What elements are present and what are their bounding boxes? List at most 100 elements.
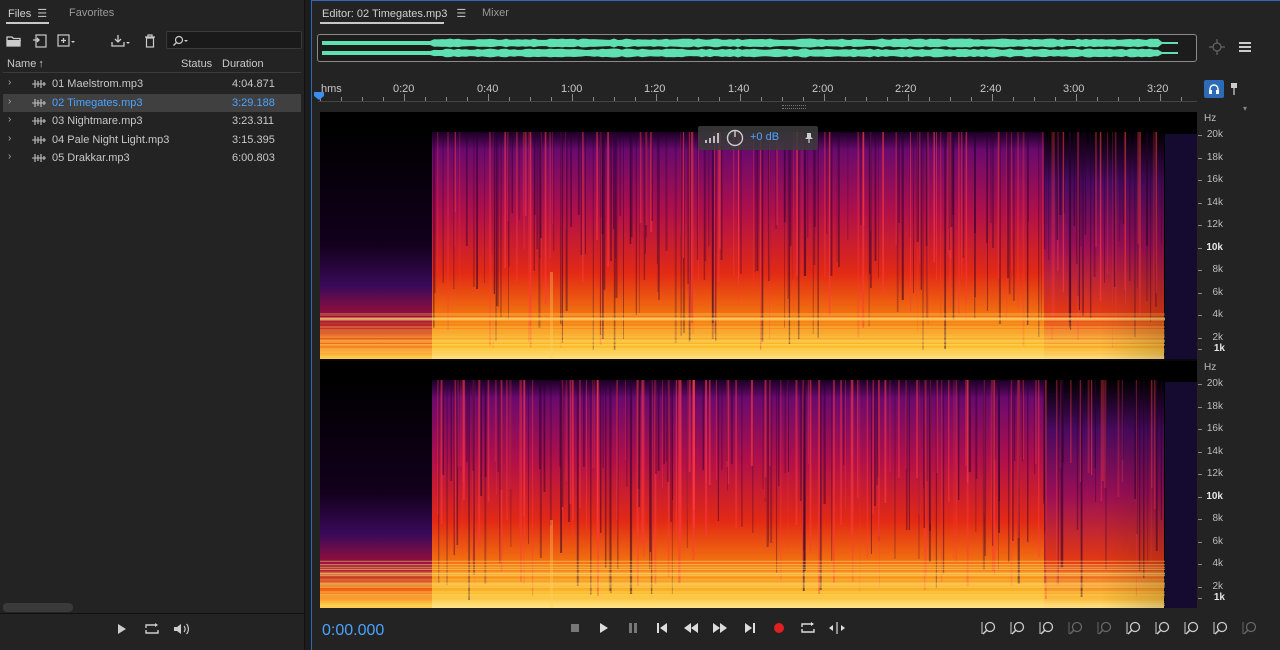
file-list-item[interactable]: › 03 Nightmare.mp3 3:23.311 bbox=[3, 112, 301, 130]
skip-selection-button[interactable] bbox=[828, 620, 846, 636]
pin-marker-icon[interactable] bbox=[1224, 80, 1244, 98]
chevron-right-icon[interactable]: › bbox=[8, 77, 11, 88]
import-file-icon[interactable] bbox=[30, 32, 50, 50]
hz-tick bbox=[1198, 203, 1202, 204]
trash-icon[interactable] bbox=[140, 32, 160, 50]
panel-menu-icon[interactable]: ☰ bbox=[37, 7, 47, 20]
zoom-out-amplitude-icon[interactable] bbox=[1007, 620, 1029, 636]
file-duration: 3:15.395 bbox=[232, 133, 275, 146]
file-duration: 3:23.311 bbox=[232, 115, 275, 127]
file-list-item[interactable]: › 05 Drakkar.mp3 6:00.803 bbox=[3, 149, 301, 167]
file-list-item[interactable]: › 01 Maelstrom.mp3 4:04.871 bbox=[3, 75, 301, 93]
panel-menu-icon[interactable]: ☰ bbox=[456, 7, 466, 20]
chevron-right-icon[interactable]: › bbox=[8, 96, 11, 107]
record-button[interactable] bbox=[770, 620, 788, 636]
ruler-tick bbox=[1034, 97, 1035, 101]
ruler-tick bbox=[761, 97, 762, 101]
hz-tick bbox=[1198, 135, 1202, 136]
chevron-right-icon[interactable]: › bbox=[8, 114, 11, 125]
ruler-tick bbox=[824, 94, 825, 101]
pin-hud-icon[interactable] bbox=[804, 132, 814, 144]
spectrogram-channel-right[interactable] bbox=[320, 360, 1197, 608]
tab-mixer[interactable]: Mixer bbox=[482, 7, 509, 19]
new-file-icon[interactable] bbox=[56, 32, 76, 50]
stop-button[interactable] bbox=[566, 620, 584, 636]
zoom-out-full-icon[interactable] bbox=[1065, 620, 1087, 636]
ruler-tick bbox=[677, 97, 678, 101]
zoom-in-left-icon[interactable] bbox=[1123, 620, 1145, 636]
hz-label: 12k bbox=[1206, 219, 1223, 230]
ruler-tick bbox=[782, 97, 783, 101]
chevron-right-icon[interactable]: › bbox=[8, 133, 11, 144]
hud-volume-control[interactable]: +0 dB bbox=[698, 126, 818, 150]
zoom-to-both-edges-icon[interactable] bbox=[1181, 620, 1203, 636]
auto-play-speaker-icon[interactable] bbox=[172, 620, 192, 638]
hz-tick bbox=[1198, 542, 1202, 543]
file-list-item[interactable]: › 02 Timegates.mp3 3:29.188 bbox=[3, 93, 301, 112]
hz-label: 14k bbox=[1206, 446, 1223, 457]
insert-into-multitrack-icon[interactable] bbox=[110, 32, 130, 50]
time-display[interactable]: 0:00.000 bbox=[322, 622, 384, 640]
skip-to-start-button[interactable] bbox=[653, 620, 671, 636]
zoom-in-right-icon[interactable] bbox=[1152, 620, 1174, 636]
horizontal-scrollbar[interactable] bbox=[3, 603, 73, 612]
column-header-name[interactable]: Name ↑ bbox=[7, 58, 44, 70]
volume-knob-icon[interactable] bbox=[726, 129, 744, 147]
hz-label: 18k bbox=[1206, 152, 1223, 163]
loop-preview-button[interactable] bbox=[142, 620, 162, 638]
tab-editor[interactable]: Editor: 02 Timegates.mp3 ☰ bbox=[322, 7, 466, 20]
zoom-to-selection-icon[interactable] bbox=[1207, 38, 1227, 56]
overview-navigator[interactable] bbox=[317, 34, 1197, 62]
snap-headphones-icon[interactable] bbox=[1204, 80, 1224, 98]
rewind-button[interactable] bbox=[682, 620, 700, 636]
ruler-tick bbox=[992, 94, 993, 101]
chevron-down-icon[interactable]: ▾ bbox=[1243, 104, 1247, 113]
hz-label: 1k bbox=[1213, 343, 1225, 354]
skip-to-end-button[interactable] bbox=[741, 620, 759, 636]
hz-label: 18k bbox=[1206, 401, 1223, 412]
hz-tick bbox=[1198, 293, 1202, 294]
column-header-status[interactable]: Status bbox=[181, 58, 212, 70]
ruler-tick bbox=[656, 94, 657, 101]
reset-zoom-icon[interactable] bbox=[1210, 620, 1232, 636]
hz-tick bbox=[1198, 315, 1202, 316]
column-header-duration[interactable]: Duration bbox=[222, 58, 264, 70]
hz-unit-label: Hz bbox=[1204, 362, 1217, 373]
search-input[interactable] bbox=[166, 31, 302, 49]
ruler-tick bbox=[467, 97, 468, 101]
hz-tick bbox=[1198, 519, 1202, 520]
ruler-tick bbox=[908, 94, 909, 101]
zoom-in-time-icon[interactable] bbox=[1036, 620, 1058, 636]
hz-tick bbox=[1198, 564, 1202, 565]
hz-tick bbox=[1198, 497, 1202, 498]
playhead-marker[interactable] bbox=[313, 91, 325, 101]
zoom-out-time-icon[interactable] bbox=[1239, 620, 1261, 636]
panel-options-icon[interactable] bbox=[1235, 38, 1255, 56]
play-button[interactable] bbox=[595, 620, 613, 636]
resize-grip[interactable] bbox=[782, 105, 806, 109]
chevron-right-icon[interactable]: › bbox=[8, 151, 11, 162]
tab-files[interactable]: Files ☰ bbox=[8, 7, 47, 20]
fast-forward-button[interactable] bbox=[711, 620, 729, 636]
ruler-tick bbox=[971, 97, 972, 101]
ruler-tick bbox=[446, 97, 447, 101]
hz-tick bbox=[1198, 598, 1202, 599]
ruler-tick bbox=[740, 94, 741, 101]
zoom-to-selection-icon[interactable] bbox=[1094, 620, 1116, 636]
pause-button[interactable] bbox=[624, 620, 642, 636]
hz-label: 10k bbox=[1206, 242, 1223, 253]
loop-playback-button[interactable] bbox=[799, 620, 817, 636]
ruler-tick bbox=[593, 97, 594, 101]
hz-tick bbox=[1198, 349, 1202, 350]
hz-tick bbox=[1198, 474, 1202, 475]
hz-label: 10k bbox=[1206, 491, 1223, 502]
zoom-in-amplitude-icon[interactable] bbox=[978, 620, 1000, 636]
ruler-tick bbox=[1097, 97, 1098, 101]
sort-ascending-icon: ↑ bbox=[38, 58, 44, 70]
play-preview-button[interactable] bbox=[112, 620, 132, 638]
ruler-tick bbox=[1013, 97, 1014, 101]
hz-tick bbox=[1198, 180, 1202, 181]
file-list-item[interactable]: › 04 Pale Night Light.mp3 3:15.395 bbox=[3, 131, 301, 149]
open-folder-icon[interactable] bbox=[4, 32, 24, 50]
tab-favorites[interactable]: Favorites bbox=[69, 7, 114, 19]
